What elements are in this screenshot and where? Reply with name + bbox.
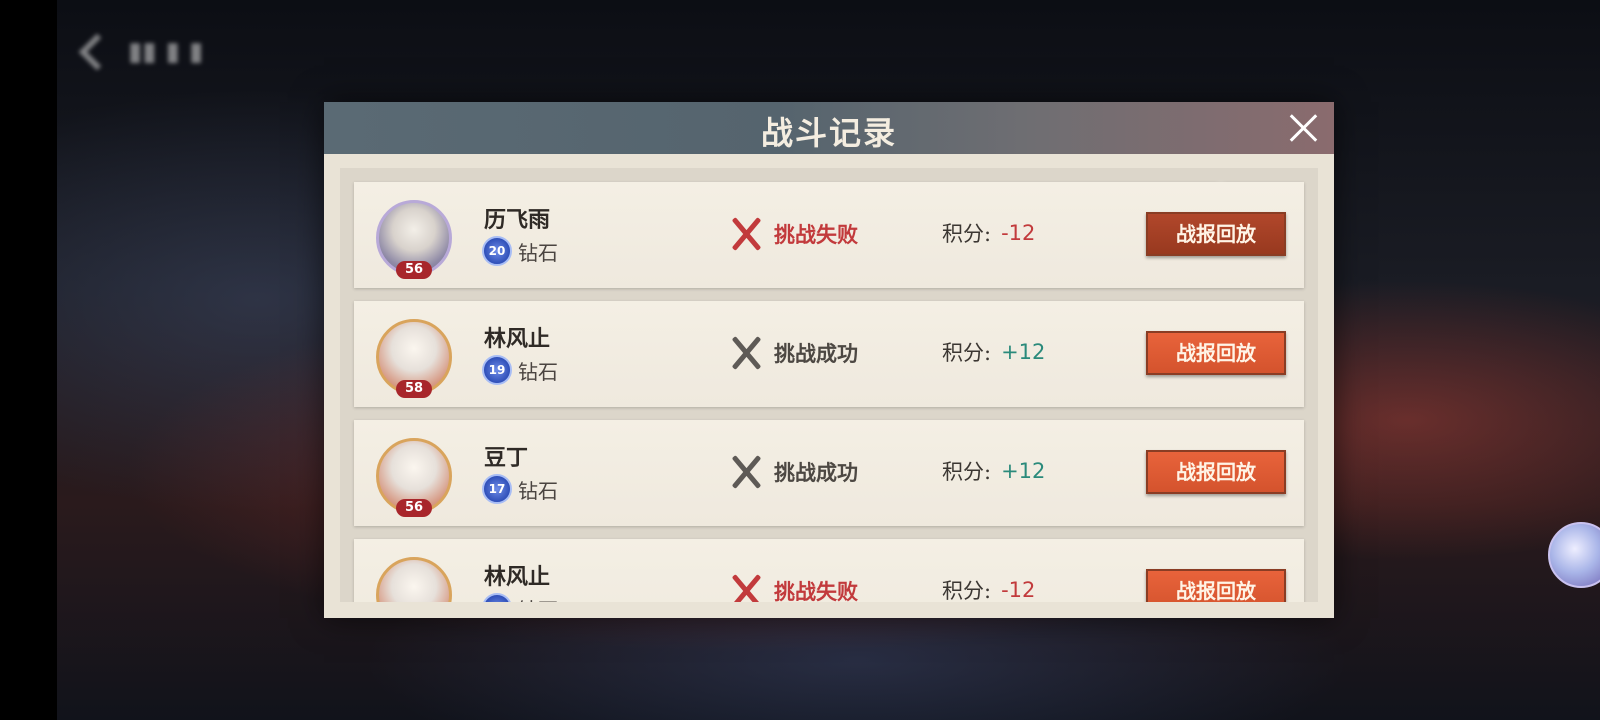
battle-result: 挑战成功 bbox=[726, 450, 858, 494]
result-text: 挑战成功 bbox=[774, 341, 858, 366]
level-badge: 58 bbox=[396, 380, 432, 398]
record-row: 58 林风止 19 钻石 挑战成功 积分: +12 战报回放 bbox=[354, 301, 1304, 407]
score-label: 积分: bbox=[942, 222, 992, 246]
back-arrow-icon bbox=[78, 33, 116, 71]
result-text: 挑战失败 bbox=[774, 579, 858, 602]
score-label: 积分: bbox=[942, 579, 992, 602]
score: 积分: -12 bbox=[942, 575, 1035, 602]
record-row: 56 历飞雨 20 钻石 挑战失败 积分: -12 战报回放 bbox=[354, 182, 1304, 288]
rank-text: 钻石 bbox=[518, 594, 558, 603]
modal-title: 战斗记录 bbox=[760, 114, 897, 152]
score-label: 积分: bbox=[942, 341, 992, 365]
rank-row: 19 钻石 bbox=[482, 355, 558, 385]
blurred-top-nav: ▮▮ ▮ ▮ bbox=[70, 26, 203, 78]
score-value: +12 bbox=[1001, 459, 1046, 483]
score: 积分: +12 bbox=[942, 337, 1045, 367]
nav-text: ▮▮ ▮ ▮ bbox=[128, 37, 204, 67]
opponent-avatar[interactable] bbox=[376, 557, 458, 602]
record-row: 56 豆丁 17 钻石 挑战成功 积分: +12 战报回放 bbox=[354, 420, 1304, 526]
crossed-swords-icon bbox=[726, 569, 766, 602]
score-value: -12 bbox=[1001, 578, 1036, 602]
crossed-swords-icon bbox=[726, 331, 766, 375]
close-icon[interactable] bbox=[1288, 112, 1320, 144]
rank-row: 20 钻石 bbox=[482, 236, 558, 266]
rank-text: 钻石 bbox=[518, 240, 558, 265]
replay-button[interactable]: 战报回放 bbox=[1146, 450, 1286, 494]
battle-result: 挑战成功 bbox=[726, 331, 858, 375]
rank-emblem-icon bbox=[482, 593, 512, 602]
opponent-name: 豆丁 bbox=[484, 445, 529, 471]
replay-button[interactable]: 战报回放 bbox=[1146, 212, 1286, 256]
result-text: 挑战成功 bbox=[774, 460, 858, 485]
level-badge: 56 bbox=[396, 261, 432, 279]
battle-result: 挑战失败 bbox=[726, 212, 858, 256]
battle-record-modal: 战斗记录 56 历飞雨 20 钻石 挑战失败 积分: -12 战报回放 58 林… bbox=[324, 102, 1334, 618]
avatar-portrait bbox=[376, 557, 452, 602]
crossed-swords-icon bbox=[726, 212, 766, 256]
record-row: 林风止 钻石 挑战失败 积分: -12 战报回放 bbox=[354, 539, 1304, 602]
score: 积分: +12 bbox=[942, 456, 1045, 486]
opponent-name: 林风止 bbox=[484, 564, 551, 590]
opponent-name: 历飞雨 bbox=[484, 207, 551, 233]
record-list: 56 历飞雨 20 钻石 挑战失败 积分: -12 战报回放 58 林风止 19… bbox=[354, 182, 1304, 602]
opponent-avatar[interactable]: 56 bbox=[376, 438, 458, 517]
rank-emblem-icon: 20 bbox=[482, 236, 512, 266]
record-list-panel[interactable]: 56 历飞雨 20 钻石 挑战失败 积分: -12 战报回放 58 林风止 19… bbox=[340, 168, 1318, 602]
battle-result: 挑战失败 bbox=[726, 569, 858, 602]
opponent-avatar[interactable]: 58 bbox=[376, 319, 458, 398]
replay-button[interactable]: 战报回放 bbox=[1146, 569, 1286, 602]
rank-emblem-icon: 17 bbox=[482, 474, 512, 504]
rank-text: 钻石 bbox=[518, 359, 558, 384]
crossed-swords-icon bbox=[726, 450, 766, 494]
score-label: 积分: bbox=[942, 460, 992, 484]
modal-header: 战斗记录 bbox=[324, 102, 1334, 154]
opponent-avatar[interactable]: 56 bbox=[376, 200, 458, 279]
rank-row: 钻石 bbox=[482, 593, 558, 602]
score: 积分: -12 bbox=[942, 218, 1035, 248]
opponent-name: 林风止 bbox=[484, 326, 551, 352]
level-badge: 56 bbox=[396, 499, 432, 517]
score-value: +12 bbox=[1001, 340, 1046, 364]
rank-row: 17 钻石 bbox=[482, 474, 558, 504]
rank-emblem-icon: 19 bbox=[482, 355, 512, 385]
score-value: -12 bbox=[1001, 221, 1036, 245]
replay-button[interactable]: 战报回放 bbox=[1146, 331, 1286, 375]
rank-text: 钻石 bbox=[518, 478, 558, 503]
result-text: 挑战失败 bbox=[774, 222, 858, 247]
letterbox bbox=[0, 0, 57, 720]
